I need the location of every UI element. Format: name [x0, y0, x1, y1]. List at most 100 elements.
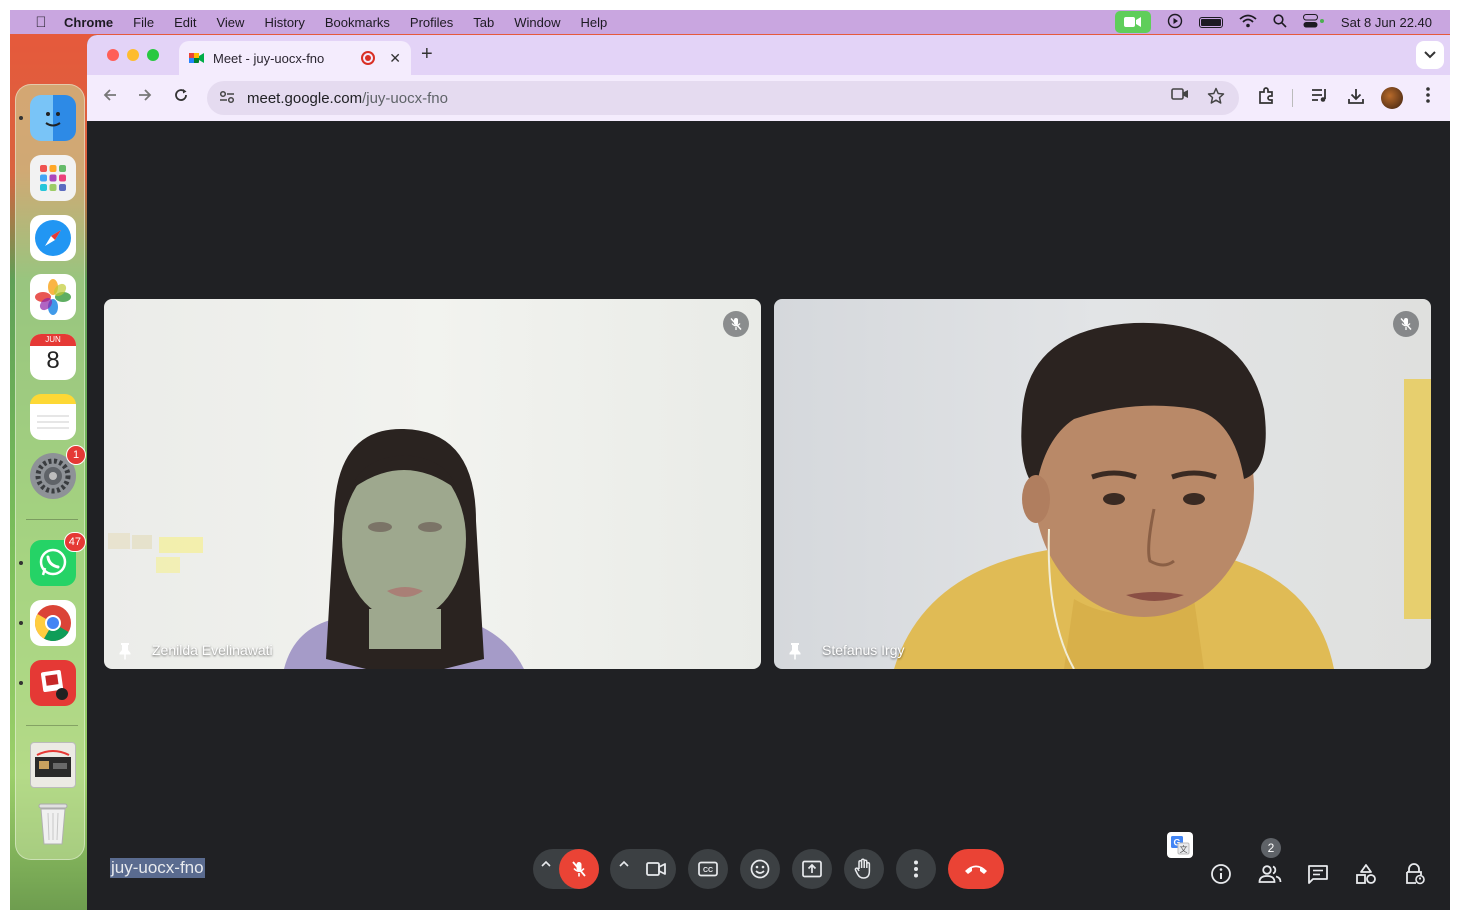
camera-in-use-icon[interactable]: [1171, 87, 1189, 110]
menu-window[interactable]: Window: [514, 15, 560, 30]
camera-in-use-icon[interactable]: [1114, 11, 1151, 33]
running-indicator: [19, 561, 23, 565]
reactions-button[interactable]: [740, 849, 780, 889]
menu-bar:  Chrome File Edit View History Bookmark…: [10, 10, 1450, 34]
system-settings-icon[interactable]: 1: [30, 445, 86, 499]
audio-settings-chevron-icon[interactable]: [541, 860, 551, 868]
dock: JUN 8 1 47: [15, 84, 86, 860]
menu-history[interactable]: History: [264, 15, 304, 30]
menubar-clock[interactable]: Sat 8 Jun 22.40: [1341, 15, 1432, 30]
reload-button[interactable]: [170, 87, 192, 108]
url-path: /juy-uocx-fno: [362, 89, 448, 107]
meet-stage: Zenilda Evelinawati Stefanus Irgy juy-uo…: [87, 121, 1450, 910]
zoom-window-button[interactable]: [147, 49, 159, 61]
menu-edit[interactable]: Edit: [174, 15, 196, 30]
dock-separator: [26, 519, 78, 520]
leave-call-button[interactable]: [948, 849, 1004, 889]
more-options-button[interactable]: [896, 849, 936, 889]
calendar-icon[interactable]: JUN 8: [30, 334, 76, 380]
menu-tab[interactable]: Tab: [473, 15, 494, 30]
spotlight-search-icon[interactable]: [1273, 13, 1287, 31]
meeting-code[interactable]: juy-uocx-fno: [110, 858, 205, 878]
close-tab-icon[interactable]: ✕: [389, 50, 401, 67]
site-settings-icon[interactable]: [219, 90, 235, 107]
trash-icon[interactable]: [30, 801, 76, 847]
activities-button[interactable]: [1353, 861, 1379, 887]
svg-text:文: 文: [1180, 844, 1188, 854]
whatsapp-icon[interactable]: 47: [30, 532, 86, 586]
toolbar-divider: [1292, 89, 1293, 107]
profile-avatar[interactable]: [1381, 87, 1403, 109]
captions-button[interactable]: CC: [688, 849, 728, 889]
finder-icon[interactable]: [30, 95, 76, 141]
raise-hand-button[interactable]: [844, 849, 884, 889]
menu-file[interactable]: File: [133, 15, 154, 30]
launchpad-icon[interactable]: [30, 155, 76, 201]
pin-icon[interactable]: [118, 642, 132, 660]
notes-icon[interactable]: [30, 394, 76, 440]
meeting-details-button[interactable]: [1208, 861, 1234, 887]
present-screen-button[interactable]: [792, 849, 832, 889]
running-indicator: [19, 681, 23, 685]
wifi-icon[interactable]: [1239, 14, 1257, 31]
address-bar[interactable]: meet.google.com/juy-uocx-fno: [207, 81, 1239, 115]
people-button[interactable]: [1257, 861, 1283, 887]
battery-icon[interactable]: [1198, 16, 1223, 28]
apple-menu-icon[interactable]: : [30, 14, 52, 31]
microphone-control: [533, 849, 599, 889]
close-window-button[interactable]: [107, 49, 119, 61]
safari-icon[interactable]: [30, 215, 76, 261]
forward-button[interactable]: [134, 87, 156, 108]
menu-bookmarks[interactable]: Bookmarks: [325, 15, 390, 30]
whatsapp-badge: 47: [63, 532, 86, 552]
tab-strip: Meet - juy-uocx-fno ✕ +: [87, 35, 1450, 75]
pin-icon[interactable]: [788, 642, 802, 660]
downloads-stack-icon[interactable]: [30, 742, 76, 788]
tab-search-button[interactable]: [1416, 41, 1444, 69]
participant-tile[interactable]: Zenilda Evelinawati: [104, 299, 761, 669]
minimize-window-button[interactable]: [127, 49, 139, 61]
control-center-icon[interactable]: [1302, 13, 1325, 31]
bookmark-star-icon[interactable]: [1207, 87, 1225, 110]
photo-booth-icon[interactable]: [30, 660, 76, 706]
chrome-window: Meet - juy-uocx-fno ✕ + meet.google.com /…: [87, 35, 1450, 910]
running-indicator: [19, 621, 23, 625]
menu-view[interactable]: View: [216, 15, 244, 30]
dock-separator: [26, 725, 78, 726]
participant-tile[interactable]: Stefanus Irgy: [774, 299, 1431, 669]
muted-mic-icon: [1393, 311, 1419, 337]
participant-video: [894, 322, 1431, 669]
google-meet-icon: [189, 51, 205, 65]
calendar-day: 8: [46, 347, 60, 374]
play-circle-icon[interactable]: [1167, 13, 1183, 32]
chat-button[interactable]: [1305, 861, 1331, 887]
settings-badge: 1: [66, 445, 86, 465]
unmute-button[interactable]: [559, 849, 599, 889]
camera-toggle-icon[interactable]: [646, 861, 666, 877]
people-count-badge: 2: [1261, 838, 1281, 858]
new-tab-button[interactable]: +: [421, 43, 433, 66]
participant-name: Zenilda Evelinawati: [152, 642, 273, 658]
media-controls-icon[interactable]: [1309, 87, 1331, 108]
recording-indicator-icon: [361, 51, 376, 65]
photos-icon[interactable]: [30, 274, 76, 320]
calendar-month: JUN: [30, 334, 76, 346]
camera-control: [610, 849, 676, 889]
chrome-menu-icon[interactable]: [1417, 87, 1439, 108]
browser-toolbar: meet.google.com/juy-uocx-fno: [87, 75, 1450, 121]
muted-mic-icon: [723, 311, 749, 337]
extensions-icon[interactable]: [1255, 87, 1277, 110]
menu-help[interactable]: Help: [581, 15, 608, 30]
tab-meet[interactable]: Meet - juy-uocx-fno ✕: [179, 41, 411, 75]
translate-icon[interactable]: G文: [1167, 832, 1193, 858]
downloads-icon[interactable]: [1345, 87, 1367, 110]
svg-text:CC: CC: [703, 867, 713, 874]
video-settings-chevron-icon[interactable]: [619, 860, 629, 868]
menu-app-name[interactable]: Chrome: [64, 15, 113, 30]
participant-name: Stefanus Irgy: [822, 642, 905, 658]
participant-video: [108, 428, 524, 669]
host-controls-button[interactable]: [1401, 861, 1427, 887]
menu-profiles[interactable]: Profiles: [410, 15, 453, 30]
chrome-icon[interactable]: [30, 600, 76, 646]
back-button[interactable]: [99, 87, 121, 108]
